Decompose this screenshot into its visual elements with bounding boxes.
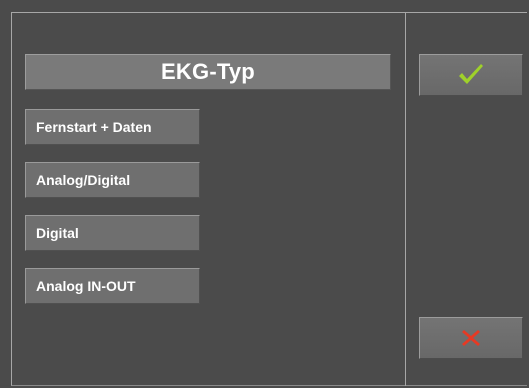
option-analog-digital-button[interactable]: Analog/Digital — [25, 162, 200, 198]
x-icon — [461, 328, 481, 348]
confirm-button[interactable] — [419, 54, 523, 96]
option-fernstart-daten-button[interactable]: Fernstart + Daten — [25, 109, 200, 145]
ekg-type-screen: EKG-Typ Fernstart + Daten Analog/Digital… — [0, 0, 529, 388]
cancel-button[interactable] — [419, 317, 523, 359]
option-digital-button[interactable]: Digital — [25, 215, 200, 251]
page-title: EKG-Typ — [25, 54, 391, 90]
panel-divider — [405, 12, 406, 386]
top-band — [0, 0, 529, 12]
checkmark-icon — [457, 63, 485, 87]
option-analog-in-out-button[interactable]: Analog IN-OUT — [25, 268, 200, 304]
